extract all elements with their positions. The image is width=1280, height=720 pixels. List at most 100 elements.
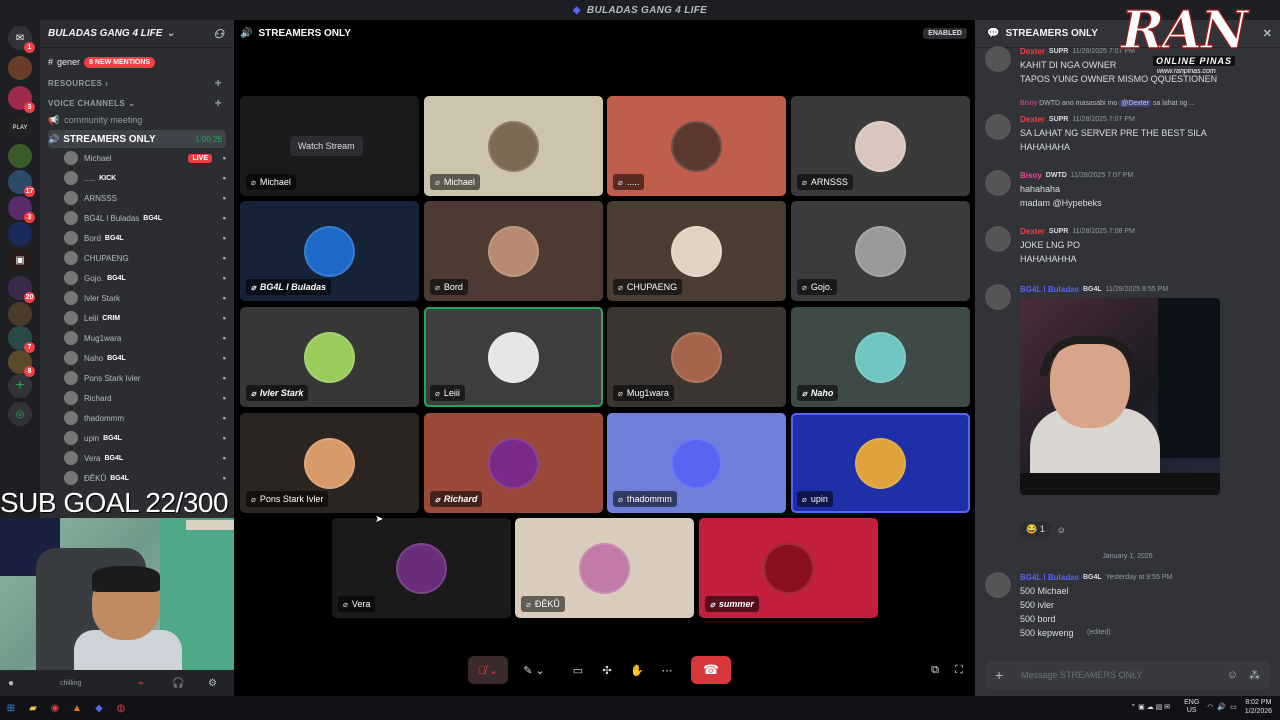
- server-icon[interactable]: 3: [8, 86, 35, 113]
- avatar[interactable]: [985, 226, 1011, 252]
- voice-user[interactable]: Michael LIVE ▪: [64, 148, 226, 168]
- server-header[interactable]: BULADAS GANG 4 LIFE ⌄ ⚇: [40, 20, 234, 48]
- disconnect-button[interactable]: ☎: [691, 656, 731, 684]
- voice-user[interactable]: Bord BG4L ▪: [64, 228, 226, 248]
- server-icon[interactable]: [8, 56, 32, 80]
- channel-community-meeting[interactable]: 📢 community meeting: [48, 111, 226, 129]
- server-icon[interactable]: 7: [8, 326, 35, 353]
- participant-tile[interactable]: ⌀ Leiii: [424, 307, 603, 407]
- avatar[interactable]: [985, 46, 1011, 72]
- participant-tile[interactable]: Watch Stream ⌀ Michael: [240, 96, 419, 196]
- participant-tile[interactable]: ⌀ upin: [791, 413, 970, 513]
- participant-tile[interactable]: ⌀ Gojo.: [791, 201, 970, 301]
- voice-user[interactable]: upin BG4L ▪: [64, 428, 226, 448]
- mention[interactable]: @Dexter: [1119, 100, 1151, 107]
- voice-user[interactable]: thadommm ▪: [64, 408, 226, 428]
- voice-user[interactable]: BG4L l Buladas BG4L ▪: [64, 208, 226, 228]
- voice-user[interactable]: ĐÊKŮ BG4L ▪: [64, 468, 226, 488]
- headphones-icon[interactable]: 🎧: [172, 678, 184, 689]
- discover-icon[interactable]: ◎: [8, 402, 32, 426]
- server-icon[interactable]: [8, 144, 32, 168]
- play-server-icon[interactable]: PLAY: [8, 116, 32, 140]
- channel-streamers-only[interactable]: 🔊 STREAMERS ONLY 1:00:26: [48, 130, 226, 148]
- new-mentions-badge[interactable]: 8 NEW MENTIONS: [84, 56, 156, 68]
- soundboard-button[interactable]: ✋: [626, 656, 648, 684]
- add-channel-icon[interactable]: +: [215, 96, 222, 110]
- windows-start-icon[interactable]: ⊞: [0, 696, 22, 720]
- mute-mic-button[interactable]: 🎙̸ ⌄: [468, 656, 508, 684]
- username[interactable]: Dexter: [1020, 114, 1045, 126]
- image-attachment[interactable]: [1020, 298, 1220, 495]
- share-screen-button[interactable]: ▭: [567, 656, 589, 684]
- category-voice[interactable]: VOICE CHANNELS ⌄ +: [48, 94, 226, 112]
- battery-icon[interactable]: ▭: [1230, 703, 1237, 711]
- fullscreen-button[interactable]: ⛶: [948, 656, 970, 684]
- watch-stream-button[interactable]: Watch Stream: [290, 136, 363, 156]
- participant-tile[interactable]: ⌀ Pons Stark Ivler: [240, 413, 419, 513]
- avatar[interactable]: [985, 284, 1011, 310]
- voice-user[interactable]: Pons Stark Ivler ▪: [64, 368, 226, 388]
- participant-tile[interactable]: ⌀ summer: [699, 518, 878, 618]
- server-icon[interactable]: [8, 302, 32, 326]
- language-indicator[interactable]: ENG US: [1184, 699, 1199, 715]
- activities-button[interactable]: ✣: [596, 656, 618, 684]
- participant-tile[interactable]: ⌀ Vera: [332, 518, 511, 618]
- add-server-icon[interactable]: +: [8, 374, 32, 398]
- popout-button[interactable]: ⧉: [924, 656, 946, 684]
- participant-tile[interactable]: ⌀ Bord: [424, 201, 603, 301]
- participant-tile[interactable]: ⌀ Ivler Stark: [240, 307, 419, 407]
- clock[interactable]: 8:02 PM 1/2/2026: [1245, 698, 1272, 716]
- participant-tile[interactable]: ⌀ CHUPAENG: [607, 201, 786, 301]
- obs-icon[interactable]: ◍: [110, 696, 132, 720]
- add-reaction-icon[interactable]: ☺: [1057, 525, 1066, 535]
- volume-icon[interactable]: 🔊: [1217, 703, 1226, 711]
- server-icon[interactable]: 3: [8, 196, 35, 223]
- folder-icon[interactable]: ▣: [8, 248, 32, 272]
- emoji-icon[interactable]: ☺: [1227, 669, 1238, 681]
- reply-preview[interactable]: Bisoy DWTD ano masasabi mo @Dexter sa la…: [1020, 100, 1195, 107]
- voice-user[interactable]: ARNSSS ▪: [64, 188, 226, 208]
- participant-tile[interactable]: ⌀ thadommm: [607, 413, 786, 513]
- tray-icons[interactable]: ⌃ ▣ ☁ ▤ ✉: [1130, 703, 1170, 711]
- apps-icon[interactable]: ⁂: [1249, 669, 1260, 682]
- category-resources[interactable]: RESOURCES › +: [48, 74, 226, 92]
- participant-tile[interactable]: ⌀ Mug1wara: [607, 307, 786, 407]
- add-attachment-icon[interactable]: +: [995, 667, 1003, 683]
- avatar[interactable]: [985, 114, 1011, 140]
- participant-tile[interactable]: ⌀ ARNSSS: [791, 96, 970, 196]
- server-icon[interactable]: 20: [8, 276, 35, 303]
- server-icon[interactable]: 17: [8, 170, 35, 197]
- voice-user[interactable]: Richard ▪: [64, 388, 226, 408]
- avatar[interactable]: [985, 170, 1011, 196]
- username[interactable]: Dexter: [1020, 46, 1045, 58]
- file-explorer-icon[interactable]: ▰: [22, 696, 44, 720]
- app-icon[interactable]: ▲: [66, 696, 88, 720]
- participant-tile[interactable]: ⌀ Richard: [424, 413, 603, 513]
- direct-messages-icon[interactable]: ✉ 1: [8, 26, 35, 53]
- participant-tile[interactable]: ⌀ BG4L l Buladas: [240, 201, 419, 301]
- username[interactable]: BG4L l Buladas: [1020, 572, 1079, 584]
- wifi-icon[interactable]: ◠: [1207, 703, 1213, 711]
- chrome-icon[interactable]: ◉: [44, 696, 66, 720]
- username[interactable]: Dexter: [1020, 226, 1045, 238]
- voice-user[interactable]: Ivler Stark ▪: [64, 288, 226, 308]
- add-member-icon[interactable]: ⚇: [213, 27, 224, 41]
- voice-user[interactable]: CHUPAENG ▪: [64, 248, 226, 268]
- voice-user[interactable]: Naho BG4L ▪: [64, 348, 226, 368]
- participant-tile[interactable]: ⌀.....: [607, 96, 786, 196]
- avatar[interactable]: ●: [8, 678, 14, 689]
- voice-user[interactable]: Gojo. BG4L ▪: [64, 268, 226, 288]
- add-channel-icon[interactable]: +: [215, 76, 222, 90]
- channel-general[interactable]: # gener 8 NEW MENTIONS: [48, 53, 226, 71]
- gear-icon[interactable]: ⚙: [208, 678, 217, 689]
- server-icon[interactable]: [8, 222, 32, 246]
- server-icon[interactable]: 8: [8, 350, 35, 377]
- discord-taskbar-icon[interactable]: ◆: [88, 696, 110, 720]
- voice-user[interactable]: Leiii CRIM ▪: [64, 308, 226, 328]
- participant-tile[interactable]: ⌀ Naho: [791, 307, 970, 407]
- username[interactable]: BG4L l Buladas: [1020, 284, 1079, 296]
- participant-tile[interactable]: ⌀ ĐÊKŮ: [515, 518, 694, 618]
- avatar[interactable]: [985, 572, 1011, 598]
- reaction[interactable]: 😂 1: [1020, 522, 1051, 537]
- voice-user[interactable]: ..... KICK ▪: [64, 168, 226, 188]
